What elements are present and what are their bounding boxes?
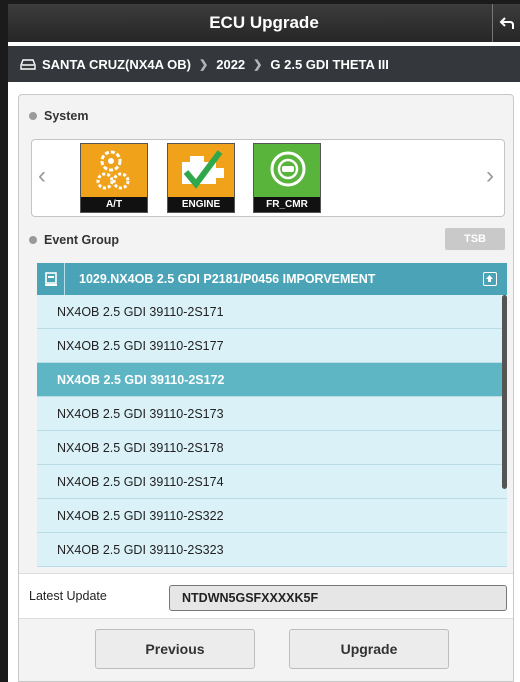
system-carousel: ‹ › A/T ENGINE FR_CMR	[31, 139, 505, 217]
list-item-selected[interactable]: NX4OB 2.5 GDI 39110-2S172	[37, 363, 507, 397]
list-item[interactable]: NX4OB 2.5 GDI 39110-2S322	[37, 499, 507, 533]
list-item[interactable]: NX4OB 2.5 GDI 39110-2S177	[37, 329, 507, 363]
chevron-right-icon: ❯	[253, 58, 263, 71]
car-icon	[20, 59, 36, 70]
scrollbar[interactable]	[502, 295, 507, 489]
title-bar: ECU Upgrade	[8, 4, 520, 42]
engine-check-icon	[182, 150, 224, 189]
latest-update-label: Latest Update	[29, 589, 107, 603]
window-title: ECU Upgrade	[209, 13, 319, 32]
document-icon	[37, 263, 65, 295]
system-header-label: System	[44, 109, 89, 123]
event-group-title-row[interactable]: 1029.NX4OB 2.5 GDI P2181/P0456 IMPORVEME…	[37, 263, 507, 295]
upgrade-button[interactable]: Upgrade	[289, 629, 449, 669]
list-item[interactable]: NX4OB 2.5 GDI 39110-2S323	[37, 533, 507, 567]
bullet-icon	[29, 112, 37, 120]
tile-label: ENGINE	[168, 197, 234, 212]
tile-label: A/T	[81, 197, 147, 212]
event-group-list: 1029.NX4OB 2.5 GDI P2181/P0456 IMPORVEME…	[37, 263, 507, 569]
latest-update-row: Latest Update NTDWN5GSFXXXXK5F	[19, 573, 513, 619]
breadcrumb-model[interactable]: SANTA CRUZ(NX4A OB)	[42, 57, 191, 72]
breadcrumb-year[interactable]: 2022	[216, 57, 245, 72]
gears-icon	[96, 150, 130, 190]
back-arrow-icon[interactable]	[492, 4, 520, 42]
system-header: System	[19, 103, 513, 129]
camera-icon	[270, 151, 306, 187]
event-group-header: Event Group	[19, 227, 513, 253]
collapse-icon[interactable]	[483, 272, 497, 286]
latest-update-value: NTDWN5GSFXXXXK5F	[169, 585, 507, 611]
breadcrumb: SANTA CRUZ(NX4A OB) ❯ 2022 ❯ G 2.5 GDI T…	[8, 46, 520, 82]
list-item[interactable]: NX4OB 2.5 GDI 39110-2S174	[37, 465, 507, 499]
chevron-right-icon: ❯	[199, 58, 209, 71]
tile-label: FR_CMR	[254, 197, 320, 212]
system-tile-at[interactable]: A/T	[80, 143, 148, 213]
previous-button[interactable]: Previous	[95, 629, 255, 669]
system-tile-engine[interactable]: ENGINE	[167, 143, 235, 213]
tsb-button[interactable]: TSB	[445, 228, 505, 250]
system-tile-fr-cmr[interactable]: FR_CMR	[253, 143, 321, 213]
bullet-icon	[29, 236, 37, 244]
list-item[interactable]: NX4OB 2.5 GDI 39110-2S171	[37, 295, 507, 329]
chevron-right-icon[interactable]: ›	[486, 162, 494, 190]
event-group-label: Event Group	[44, 233, 120, 247]
list-item[interactable]: NX4OB 2.5 GDI 39110-2S178	[37, 431, 507, 465]
list-item[interactable]: NX4OB 2.5 GDI 39110-2S173	[37, 397, 507, 431]
main-panel: System ‹ › A/T ENGINE FR_CMR Event Group…	[18, 94, 514, 682]
breadcrumb-engine[interactable]: G 2.5 GDI THETA III	[270, 57, 388, 72]
chevron-left-icon[interactable]: ‹	[38, 162, 46, 190]
event-group-title: 1029.NX4OB 2.5 GDI P2181/P0456 IMPORVEME…	[79, 272, 376, 286]
